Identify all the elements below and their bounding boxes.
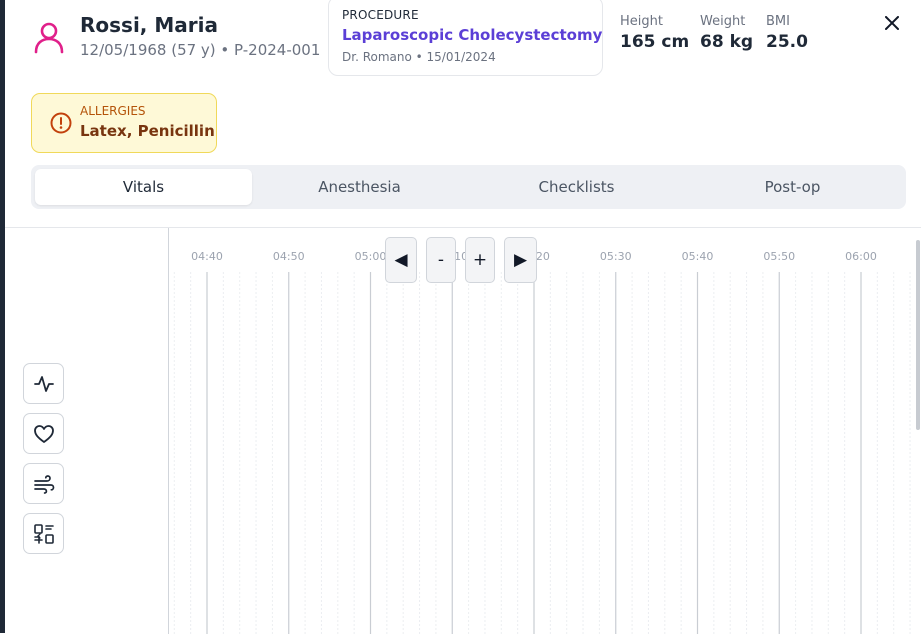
metric-label: Weight — [700, 14, 746, 29]
zoom-in-button[interactable]: + — [465, 237, 495, 283]
activity-icon — [33, 375, 54, 392]
metric-value: 68 kg — [700, 32, 754, 52]
patient-panel: Rossi, Maria 12/05/1968 (57 y) • P-2024-… — [0, 0, 921, 634]
ventilation-button[interactable] — [23, 463, 64, 504]
procedure-title: Laparoscopic Cholecystectomy — [342, 26, 603, 44]
layout-switch-button[interactable] — [23, 513, 64, 554]
time-tick-label: 05:00 — [355, 250, 387, 263]
procedure-label: PROCEDURE — [342, 8, 419, 22]
allergy-label: ALLERGIES — [80, 104, 146, 118]
next-button[interactable]: ▶ — [504, 237, 537, 283]
timeline-grid: 04:4004:5005:0005:1005:2005:3005:4005:50… — [173, 250, 911, 634]
prev-button[interactable]: ◀ — [385, 237, 417, 283]
patient-name: Rossi, Maria — [80, 13, 218, 37]
layout-switch-icon — [33, 523, 54, 544]
section-tabs: Vitals Anesthesia Checklists Post-op — [31, 165, 906, 209]
heart-button[interactable] — [23, 413, 64, 454]
time-tick-label: 05:30 — [600, 250, 632, 263]
wind-icon — [33, 474, 54, 494]
metric-label: Height — [620, 14, 663, 29]
metric-bmi: BMI 25.0 — [766, 14, 808, 52]
heart-icon — [33, 424, 54, 443]
procedure-card: PROCEDURE Laparoscopic Cholecystectomy D… — [328, 0, 603, 76]
scrollbar[interactable] — [916, 240, 920, 430]
time-tick-label: 05:50 — [763, 250, 795, 263]
allergy-value: Latex, Penicillin — [80, 122, 215, 140]
close-button[interactable] — [881, 12, 903, 34]
chart-toolbar — [5, 228, 169, 634]
tab-anesthesia[interactable]: Anesthesia — [251, 169, 468, 205]
metric-weight: Weight 68 kg — [700, 14, 753, 52]
metric-value: 25.0 — [766, 32, 808, 52]
metric-height: Height 165 cm — [620, 14, 689, 52]
tab-post-op[interactable]: Post-op — [684, 169, 901, 205]
metric-label: BMI — [766, 14, 790, 29]
activity-button[interactable] — [23, 363, 64, 404]
procedure-details: Dr. Romano • 15/01/2024 — [342, 50, 496, 64]
patient-details: 12/05/1968 (57 y) • P-2024-001 — [80, 41, 321, 59]
alert-circle-icon — [49, 111, 73, 135]
time-tick-label: 06:00 — [845, 250, 877, 263]
time-tick-label: 04:50 — [273, 250, 305, 263]
close-icon — [885, 16, 899, 30]
tab-vitals[interactable]: Vitals — [35, 169, 252, 205]
zoom-out-button[interactable]: - — [426, 237, 456, 283]
vitals-timeline: 04:4004:5005:0005:1005:2005:3005:4005:50… — [5, 227, 921, 634]
user-icon — [33, 20, 65, 54]
tab-checklists[interactable]: Checklists — [468, 169, 685, 205]
allergy-banner: ALLERGIES Latex, Penicillin — [31, 93, 217, 153]
time-tick-label: 04:40 — [191, 250, 223, 263]
metric-value: 165 cm — [620, 32, 690, 52]
time-tick-label: 05:40 — [682, 250, 714, 263]
